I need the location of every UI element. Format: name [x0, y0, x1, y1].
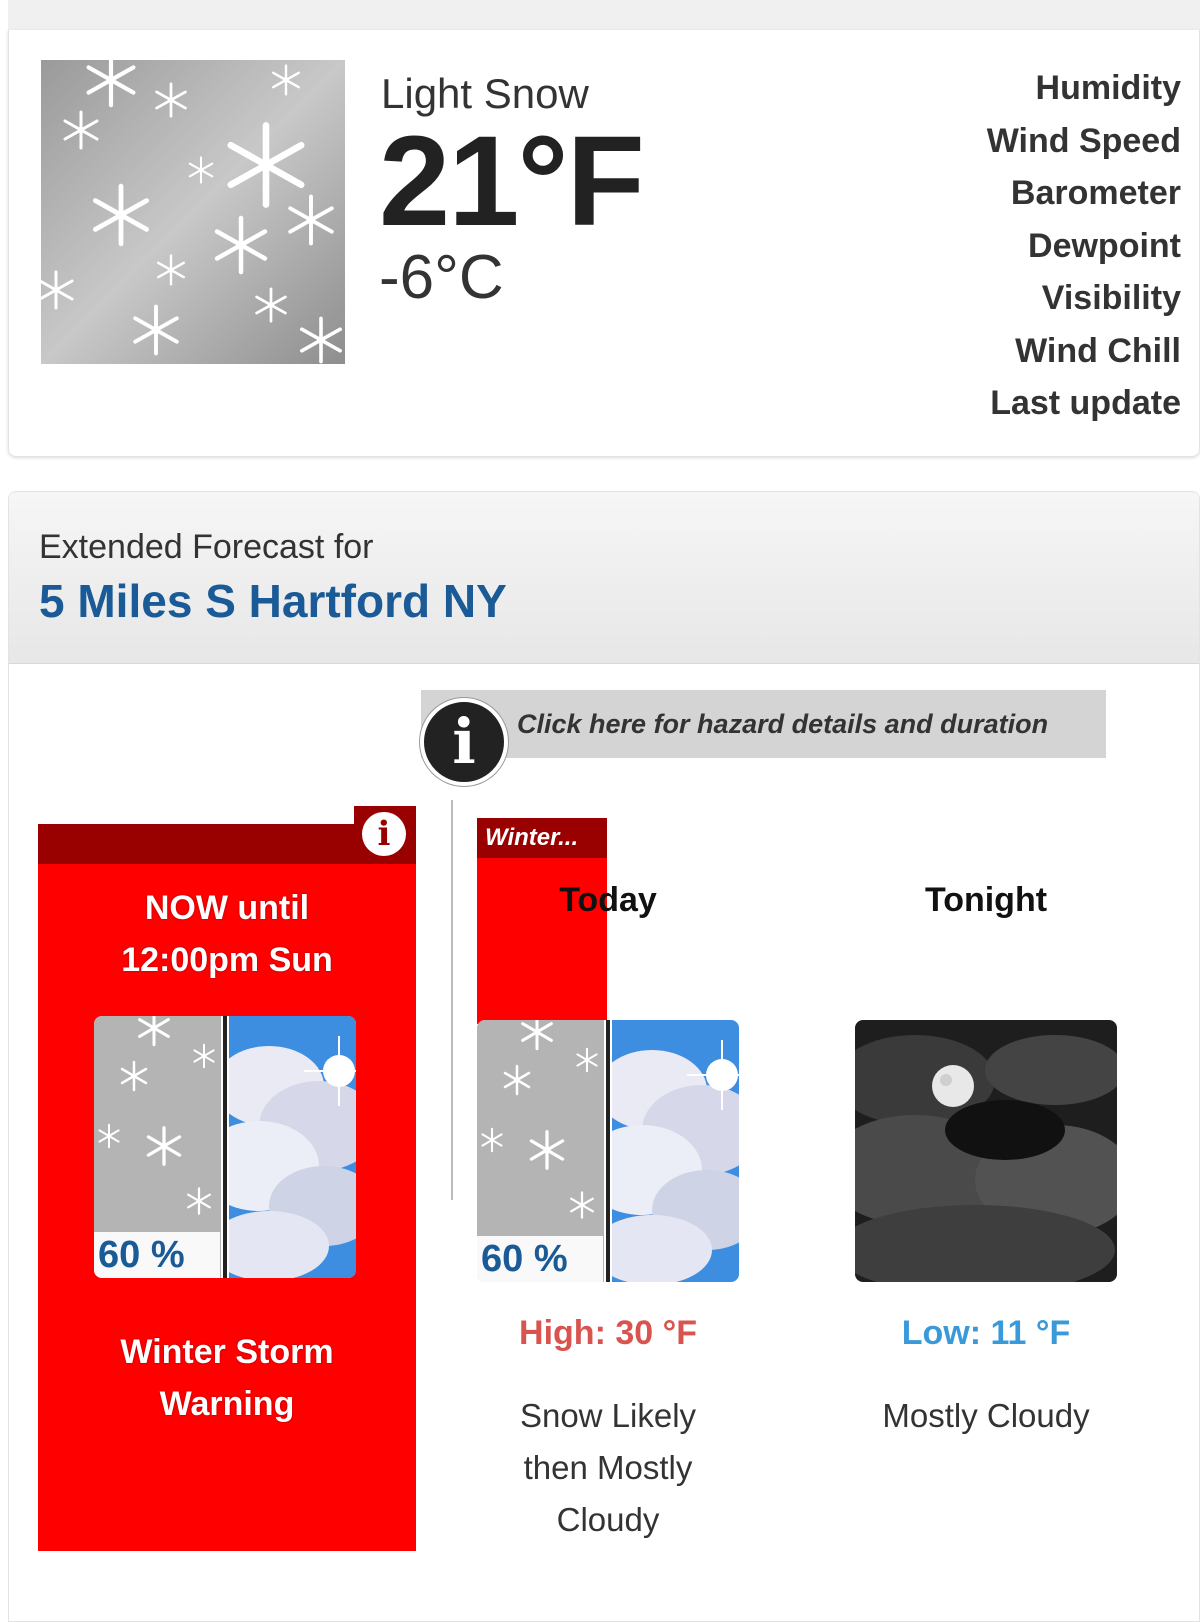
wind-chill-label: Wind Chill: [1015, 331, 1181, 370]
hazard-details-text[interactable]: Click here for hazard details and durati…: [517, 690, 1048, 758]
humidity-label: Humidity: [1035, 69, 1181, 107]
partly-sunny-icon: [612, 1020, 739, 1282]
current-temp-c: -6°C: [379, 243, 504, 312]
top-strip: [8, 0, 1200, 31]
partly-sunny-icon: [229, 1016, 356, 1278]
today-forecast-icon: 60 %: [477, 1020, 739, 1282]
snow-icon: 60 %: [477, 1020, 605, 1282]
hazard-details-link[interactable]: Click here for hazard details and durati…: [421, 690, 1106, 758]
forecast-location: 5 Miles S Hartford NY: [39, 575, 507, 627]
icon-divider: [604, 1020, 612, 1282]
dewpoint-label: Dewpoint: [1028, 226, 1181, 265]
hazard-warning-panel[interactable]: i NOW until 12:00pm Sun 60 % Winter Stor…: [38, 806, 416, 1551]
info-icon[interactable]: i: [420, 698, 508, 786]
period-name-tonight: Tonight: [924, 881, 1048, 919]
icon-divider: [221, 1016, 229, 1278]
period-name-today: Today: [559, 881, 657, 919]
tonight-short-forecast: Mostly Cloudy: [882, 1397, 1090, 1434]
barometer-label: Barometer: [1010, 174, 1181, 212]
warning-forecast-icon: 60 %: [94, 1016, 356, 1278]
precip-probability: 60 %: [94, 1232, 220, 1278]
precip-probability: 60 %: [477, 1236, 603, 1282]
extended-forecast-label: Extended Forecast for: [39, 528, 374, 566]
current-details-labels: Humidity Wind Speed Barometer Dewpoint V…: [987, 62, 1181, 430]
current-temp-f: 21°F: [379, 110, 645, 253]
light-snow-icon: [41, 60, 345, 364]
wind-speed-label: Wind Speed: [986, 121, 1181, 160]
current-conditions-panel: Light Snow 21°F -6°C Humidity Wind Speed…: [8, 30, 1200, 457]
today-high-temp: High: 30 °F: [519, 1314, 697, 1352]
warning-info-icon[interactable]: i: [362, 812, 406, 856]
snow-icon: 60 %: [94, 1016, 222, 1278]
extended-forecast-header: Extended Forecast for 5 Miles S Hartford…: [9, 492, 1199, 664]
night-cloudy-icon: [855, 1020, 1117, 1282]
visibility-label: Visibility: [1041, 279, 1181, 317]
last-update-label: Last update: [990, 384, 1181, 422]
tonight-low-temp: Low: 11 °F: [901, 1314, 1071, 1352]
warning-name: Winter Storm Warning: [120, 1333, 334, 1423]
column-divider: [451, 800, 453, 1200]
today-hazard-label[interactable]: Winter...: [477, 818, 607, 858]
warning-duration: NOW until 12:00pm Sun: [121, 889, 333, 979]
today-short-forecast: Snow Likely then Mostly Cloudy: [519, 1397, 697, 1538]
today-hazard-flag[interactable]: Winter...: [477, 818, 607, 1024]
